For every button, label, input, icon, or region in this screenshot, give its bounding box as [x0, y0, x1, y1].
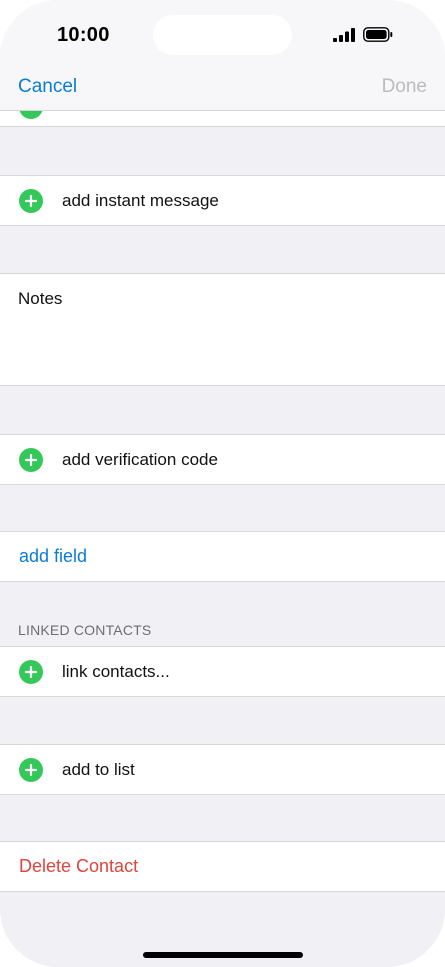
dynamic-island — [153, 15, 292, 55]
status-time: 10:00 — [57, 24, 110, 46]
home-indicator[interactable] — [143, 952, 303, 958]
link-contacts-row[interactable]: link contacts... — [0, 646, 445, 697]
add-field-button[interactable]: add field — [0, 531, 445, 582]
plus-circle-icon[interactable] — [19, 757, 43, 782]
plus-circle-icon[interactable] — [19, 659, 43, 684]
linked-contacts-header: LINKED CONTACTS — [18, 622, 152, 638]
notes-field[interactable]: Notes — [0, 273, 445, 386]
phone-screen: 10:00 Cancel Done add instant message No… — [0, 0, 445, 967]
done-button[interactable]: Done — [382, 76, 427, 98]
add-to-list-row[interactable]: add to list — [0, 744, 445, 795]
add-field-label: add field — [19, 546, 88, 566]
plus-circle-icon[interactable] — [19, 447, 43, 472]
add-instant-message-row[interactable]: add instant message — [0, 175, 445, 226]
delete-contact-button[interactable]: Delete Contact — [0, 841, 445, 892]
notes-label: Notes — [18, 289, 63, 308]
add-to-list-label: add to list — [62, 759, 135, 779]
add-verification-code-row[interactable]: add verification code — [0, 434, 445, 485]
add-instant-message-label: add instant message — [62, 190, 219, 210]
add-verification-code-label: add verification code — [62, 449, 218, 469]
navigation-bar: 10:00 Cancel Done — [0, 0, 445, 111]
battery-icon — [363, 27, 393, 42]
plus-circle-icon[interactable] — [19, 188, 43, 213]
cancel-button[interactable]: Cancel — [18, 76, 77, 98]
delete-contact-label: Delete Contact — [19, 856, 139, 876]
signal-bars-icon — [333, 28, 355, 42]
link-contacts-label: link contacts... — [62, 661, 170, 681]
